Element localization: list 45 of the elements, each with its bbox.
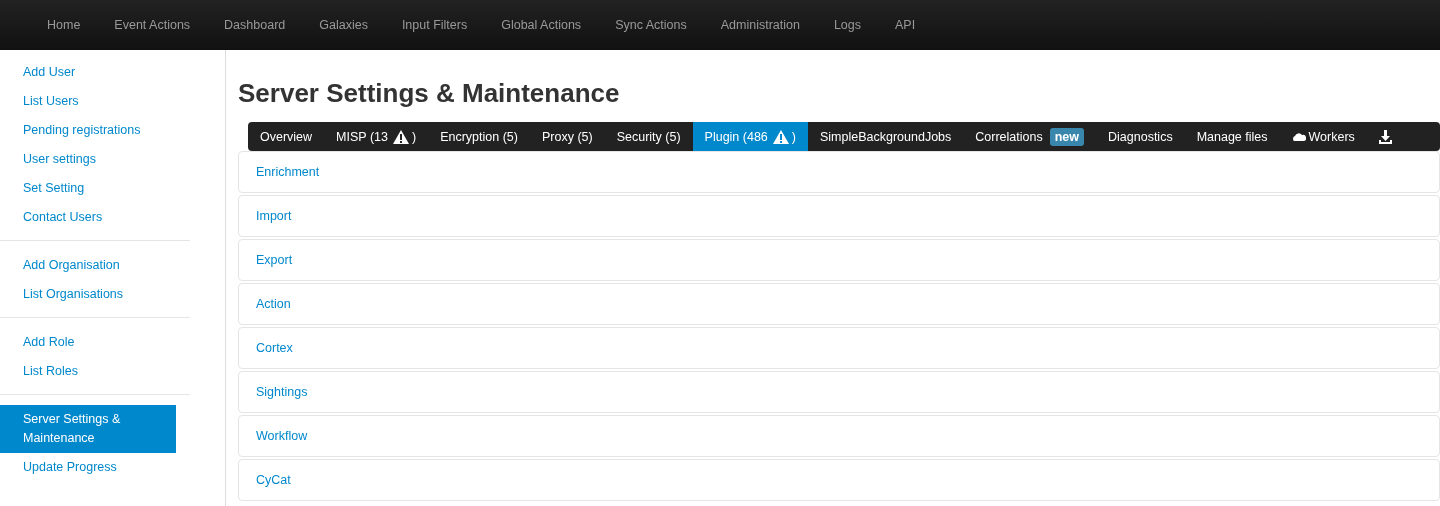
sidebar-item[interactable]: Add Organisation xyxy=(0,251,190,280)
section-link[interactable]: Action xyxy=(256,297,291,311)
nav-link[interactable]: Administration xyxy=(703,0,817,50)
nav-link[interactable]: Global Actions xyxy=(484,0,599,50)
tab[interactable]: Correlations new xyxy=(963,122,1096,151)
tab[interactable]: Encryption (5) xyxy=(428,122,530,151)
tab[interactable]: Manage files xyxy=(1184,122,1280,151)
nav-link[interactable]: Logs xyxy=(816,0,878,50)
sidebar-item[interactable]: Add User xyxy=(0,58,190,87)
sidebar-item[interactable]: Pending registrations xyxy=(0,116,190,145)
sidebar-item[interactable]: Contact Users xyxy=(0,203,190,232)
section-link[interactable]: Workflow xyxy=(256,429,308,443)
section-link[interactable]: Sightings xyxy=(256,385,308,399)
sidebar-item[interactable]: User settings xyxy=(0,145,190,174)
nav-link[interactable]: Galaxies xyxy=(302,0,385,50)
nav-link[interactable]: Input Filters xyxy=(384,0,485,50)
section-link[interactable]: Cortex xyxy=(256,341,293,355)
tab[interactable]: MISP (13 ) xyxy=(324,122,429,151)
section-link[interactable]: Export xyxy=(256,253,293,267)
tab[interactable]: Workers xyxy=(1279,122,1367,151)
new-badge: new xyxy=(1049,127,1084,146)
section-link[interactable]: CyCat xyxy=(256,473,291,487)
sidebar-item[interactable]: Server Settings & Maintenance xyxy=(0,405,176,453)
tab[interactable]: Security (5) xyxy=(604,122,693,151)
nav-link[interactable]: Sync Actions xyxy=(598,0,704,50)
sidebar-item[interactable]: Add Role xyxy=(0,328,190,357)
tab[interactable]: SimpleBackgroundJobs xyxy=(808,122,964,151)
nav-link[interactable]: Event Actions xyxy=(97,0,208,50)
nav-link[interactable]: API xyxy=(878,0,933,50)
sidebar-item[interactable]: Update Progress xyxy=(0,453,225,482)
page-title: Server Settings & Maintenance xyxy=(238,77,621,110)
tab[interactable]: Plugin (486 ) xyxy=(692,122,808,151)
tab[interactable]: Proxy (5) xyxy=(529,122,605,151)
download-icon xyxy=(1378,129,1392,144)
nav-link[interactable]: Dashboard xyxy=(207,0,303,50)
sidebar-item[interactable]: List Organisations xyxy=(0,280,190,309)
section-link[interactable]: Enrichment xyxy=(256,165,320,179)
sidebar-item[interactable]: List Users xyxy=(0,87,190,116)
tab[interactable]: Diagnostics xyxy=(1096,122,1185,151)
cloud-icon xyxy=(1291,132,1306,141)
sidebar-item[interactable]: Set Setting xyxy=(0,174,190,203)
nav-link[interactable]: Home xyxy=(30,0,98,50)
sidebar-item[interactable]: List Roles xyxy=(0,357,190,386)
tab[interactable]: Overview xyxy=(248,122,325,151)
section-link[interactable]: Import xyxy=(256,209,292,223)
